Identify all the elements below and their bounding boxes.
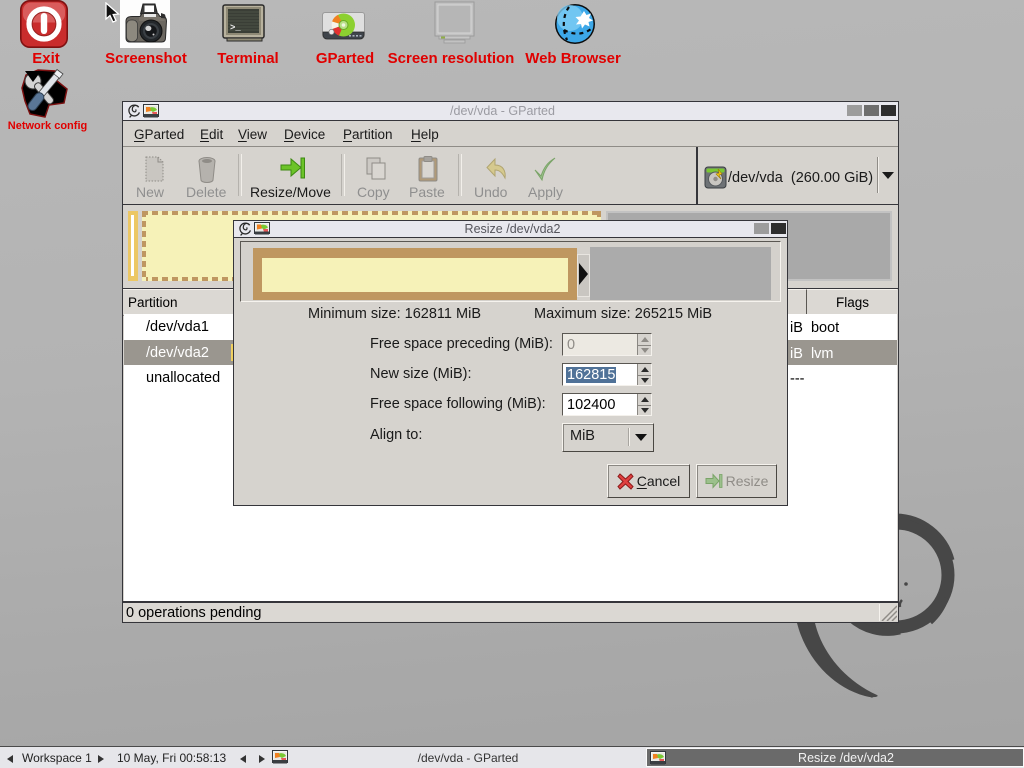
- svg-text:>_: >_: [230, 23, 241, 33]
